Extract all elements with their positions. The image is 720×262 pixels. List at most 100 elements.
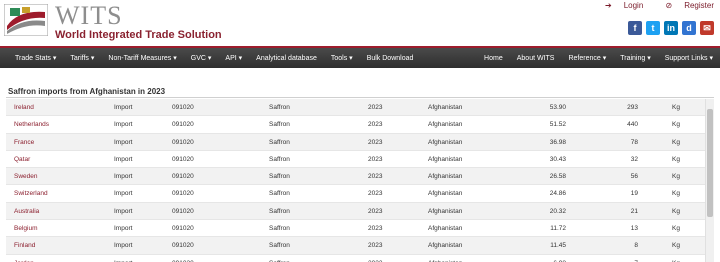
cell-product: Saffron: [269, 104, 290, 111]
cell-qty: 13: [630, 225, 638, 233]
nav-item-left-6[interactable]: Tools ▾: [331, 54, 353, 62]
cell-code: 091020: [172, 173, 194, 181]
cell-code: 091020: [172, 104, 194, 111]
cell-country[interactable]: France: [14, 139, 34, 146]
cell-qty: 21: [630, 207, 638, 215]
cell-flow: Import: [114, 121, 133, 129]
nav-item-left-2[interactable]: Non-Tariff Measures ▾: [108, 54, 176, 62]
cell-flow: Import: [114, 190, 133, 198]
cell-year: 2023: [368, 173, 383, 181]
table-row: Ireland Import 091020 Saffron 2023 Afghanista…: [6, 99, 706, 117]
nav-item-left-0[interactable]: Trade Stats ▾: [15, 54, 56, 62]
cell-country[interactable]: Australia: [14, 208, 39, 215]
cell-country[interactable]: Switzerland: [14, 190, 48, 197]
cell-qty: 440: [627, 121, 638, 129]
cell-partner: Afghanistan: [428, 138, 463, 146]
main-nav: Trade Stats ▾ Tariffs ▾ Non-Tariff Measure…: [0, 46, 720, 68]
social-links: f t in d ✉: [628, 21, 714, 35]
nav-left-group: Trade Stats ▾ Tariffs ▾ Non-Tariff Measure…: [0, 54, 420, 63]
twitter-icon[interactable]: t: [646, 21, 660, 35]
cell-code: 091020: [172, 155, 194, 163]
register-label: Register: [684, 1, 714, 10]
nav-item-left-4[interactable]: API ▾: [225, 54, 242, 62]
nav-item-right-4[interactable]: Support Links ▾: [665, 54, 713, 62]
nav-item-right-3[interactable]: Training ▾: [620, 54, 651, 62]
table-row: Qatar Import 091020 Saffron 2023 Afghanistan 3…: [6, 151, 706, 169]
cell-unit: Kg: [672, 207, 680, 215]
cell-partner: Afghanistan: [428, 155, 463, 163]
cell-flow: Import: [114, 225, 133, 233]
cell-partner: Afghanistan: [428, 207, 463, 215]
cell-product: Saffron: [269, 207, 290, 215]
cell-unit: Kg: [672, 155, 680, 163]
cell-value: 24.86: [549, 190, 566, 198]
nav-item-right-2[interactable]: Reference ▾: [568, 54, 606, 62]
cell-partner: Afghanistan: [428, 190, 463, 198]
cell-partner: Afghanistan: [428, 225, 463, 233]
register-icon: ⊘: [665, 1, 673, 10]
cell-code: 091020: [172, 207, 194, 215]
logo-name[interactable]: WITS: [55, 1, 123, 31]
facebook-icon[interactable]: f: [628, 21, 642, 35]
nav-item-left-7[interactable]: Bulk Download: [367, 55, 414, 62]
cell-value: 30.43: [549, 155, 566, 163]
cell-year: 2023: [368, 190, 383, 198]
cell-partner: Afghanistan: [428, 173, 463, 181]
cell-product: Saffron: [269, 155, 290, 163]
login-label: Login: [623, 1, 644, 10]
scrollbar-thumb[interactable]: [707, 109, 713, 217]
cell-country[interactable]: Netherlands: [14, 121, 49, 128]
linkedin-icon[interactable]: in: [664, 21, 678, 35]
cell-value: 20.32: [549, 207, 566, 215]
cell-product: Saffron: [269, 225, 290, 233]
cell-code: 091020: [172, 138, 194, 146]
nav-item-left-5[interactable]: Analytical database: [256, 55, 317, 62]
cell-unit: Kg: [672, 225, 680, 233]
cell-country[interactable]: Qatar: [14, 156, 30, 163]
cell-unit: Kg: [672, 173, 680, 181]
table-row: Sweden Import 091020 Saffron 2023 Afghanistan…: [6, 168, 706, 186]
nav-item-left-1[interactable]: Tariffs ▾: [70, 54, 94, 62]
cell-value: 11.45: [550, 242, 566, 250]
cell-partner: Afghanistan: [428, 104, 463, 111]
cell-flow: Import: [114, 138, 133, 146]
cell-value: 51.52: [549, 121, 566, 129]
cell-qty: 293: [627, 104, 638, 111]
cell-flow: Import: [114, 104, 133, 111]
cell-product: Saffron: [269, 190, 290, 198]
register-link[interactable]: ⊘ Register: [656, 1, 715, 10]
cell-unit: Kg: [672, 121, 680, 129]
email-icon[interactable]: ✉: [700, 21, 714, 35]
cell-flow: Import: [114, 173, 133, 181]
cell-product: Saffron: [269, 173, 290, 181]
cell-unit: Kg: [672, 190, 680, 198]
cell-value: 11.72: [550, 225, 566, 233]
cell-country[interactable]: Finland: [14, 242, 35, 249]
cell-partner: Afghanistan: [428, 242, 463, 250]
cell-year: 2023: [368, 242, 383, 250]
scrollbar[interactable]: [705, 99, 714, 262]
nav-item-right-1[interactable]: About WITS: [517, 55, 555, 62]
table-row: Australia Import 091020 Saffron 2023 Afghanis…: [6, 202, 706, 221]
cell-year: 2023: [368, 155, 383, 163]
delicious-icon[interactable]: d: [682, 21, 696, 35]
nav-item-right-0[interactable]: Home: [484, 55, 503, 62]
cell-qty: 78: [630, 138, 638, 146]
cell-value: 53.90: [549, 104, 566, 111]
wits-logo-icon[interactable]: [3, 3, 49, 37]
cell-year: 2023: [368, 138, 383, 146]
nav-item-left-3[interactable]: GVC ▾: [191, 54, 212, 62]
table-row: Switzerland Import 091020 Saffron 2023 Afghan…: [6, 185, 706, 203]
nav-right-group: Home About WITS Reference ▾ Training ▾ Suppo…: [477, 54, 720, 63]
cell-qty: 32: [630, 155, 638, 163]
cell-code: 091020: [172, 242, 194, 250]
cell-unit: Kg: [672, 242, 680, 250]
cell-code: 091020: [172, 121, 194, 129]
cell-value: 36.98: [549, 138, 566, 146]
data-table: Ireland Import 091020 Saffron 2023 Afghanista…: [6, 99, 706, 262]
cell-country[interactable]: Ireland: [14, 104, 34, 111]
cell-value: 26.58: [549, 173, 566, 181]
cell-country[interactable]: Sweden: [14, 173, 38, 180]
cell-country[interactable]: Belgium: [14, 225, 37, 232]
login-link[interactable]: ➔ Login: [595, 1, 643, 10]
